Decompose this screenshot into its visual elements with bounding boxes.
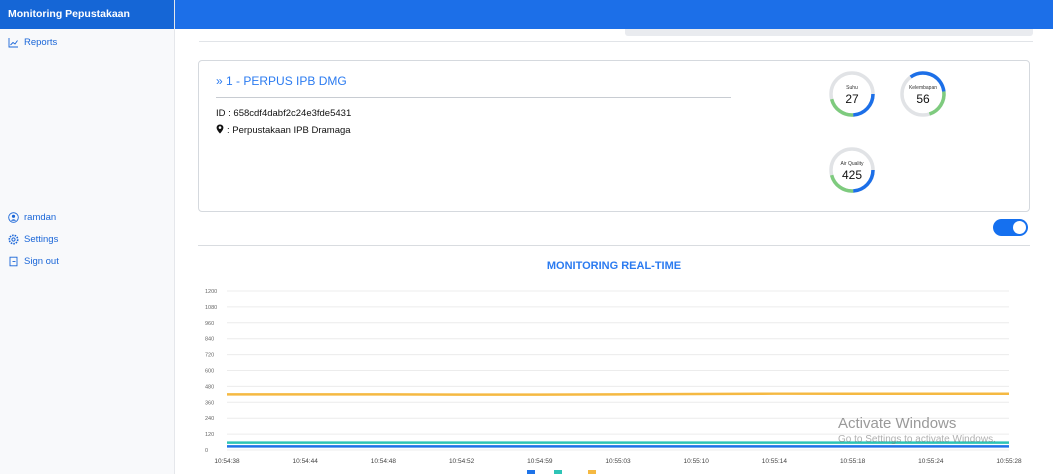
chart-line-icon [8, 37, 19, 48]
y-tick-label: 120 [205, 432, 214, 438]
device-id: ID : 658cdf4dabf2c24e3fde5431 [216, 108, 352, 119]
y-tick-label: 480 [205, 384, 214, 390]
sign-out-icon [8, 256, 19, 267]
y-tick-label: 240 [205, 416, 214, 422]
legend-swatch[interactable] [588, 470, 596, 474]
app-title[interactable]: Monitoring Pepustakaan [0, 0, 174, 29]
sidebar-item-user[interactable]: ramdan [0, 206, 174, 228]
section-divider [198, 245, 1030, 246]
top-strip [199, 29, 1033, 42]
location-text: : Perpustakaan IPB Dramaga [227, 125, 351, 136]
device-card: » 1 - PERPUS IPB DMG ID : 658cdf4dabf2c2… [198, 60, 1030, 212]
series-line-2 [227, 392, 1009, 396]
legend-swatch[interactable] [527, 470, 535, 474]
sidebar-item-settings[interactable]: Settings [0, 228, 174, 250]
gauge-suhu: Suhu 27 [828, 70, 876, 118]
device-title[interactable]: » 1 - PERPUS IPB DMG [216, 74, 347, 88]
y-tick-label: 600 [205, 369, 214, 375]
x-tick-label: 10:55:14 [762, 458, 788, 465]
gauge-value: 27 [845, 92, 859, 106]
gauge-label: Suhu [846, 85, 858, 91]
x-tick-label: 10:54:52 [449, 458, 475, 465]
gauge-air-quality: Air Quality 425 [828, 146, 876, 194]
x-tick-label: 10:54:48 [371, 458, 397, 465]
y-tick-label: 1080 [205, 305, 217, 311]
x-tick-label: 10:55:10 [684, 458, 710, 465]
gauge-kelembapan: Kelembapan 56 [899, 70, 947, 118]
title-underline [216, 97, 731, 98]
toggle-knob [1013, 221, 1026, 234]
x-tick-label: 10:55:28 [996, 458, 1022, 465]
user-circle-icon [8, 211, 19, 223]
activate-windows-watermark: Activate Windows [838, 415, 957, 432]
chart-title: MONITORING REAL-TIME [546, 260, 682, 272]
sidebar-item-label: Sign out [24, 255, 59, 267]
gauge-label: Kelembapan [908, 85, 938, 91]
x-tick-label: 10:55:03 [605, 458, 631, 465]
top-navbar [175, 0, 1053, 29]
gauge-value: 56 [916, 92, 930, 106]
x-tick-label: 10:54:38 [214, 458, 240, 465]
gear-icon [8, 234, 19, 245]
y-tick-label: 0 [205, 448, 208, 454]
main-content: » 1 - PERPUS IPB DMG ID : 658cdf4dabf2c2… [175, 29, 1053, 474]
gauge-label: Air Quality [840, 161, 864, 167]
top-strip-panel [625, 29, 1033, 36]
sidebar: Monitoring Pepustakaan Reports ramdan Se… [0, 0, 175, 474]
y-tick-label: 360 [205, 400, 214, 406]
activate-windows-hint: Go to Settings to activate Windows. [838, 434, 996, 445]
gauge-value: 425 [841, 168, 863, 182]
sidebar-item-label: ramdan [24, 211, 57, 223]
y-tick-label: 960 [205, 321, 214, 327]
sidebar-item-signout[interactable]: Sign out [0, 250, 174, 272]
x-tick-label: 10:55:18 [840, 458, 866, 465]
y-tick-label: 720 [205, 353, 214, 359]
y-tick-label: 840 [205, 337, 214, 343]
x-tick-label: 10:54:59 [527, 458, 553, 465]
sidebar-item-reports[interactable]: Reports [0, 31, 174, 53]
legend-swatch[interactable] [554, 470, 562, 474]
sidebar-item-label: Settings [24, 233, 59, 245]
realtime-toggle[interactable] [993, 219, 1028, 236]
x-tick-label: 10:55:24 [918, 458, 944, 465]
device-location: : Perpustakaan IPB Dramaga [216, 124, 351, 137]
y-tick-label: 1200 [205, 289, 217, 295]
sidebar-item-label: Reports [24, 36, 58, 48]
x-tick-label: 10:54:44 [293, 458, 319, 465]
map-marker-icon [216, 124, 224, 137]
